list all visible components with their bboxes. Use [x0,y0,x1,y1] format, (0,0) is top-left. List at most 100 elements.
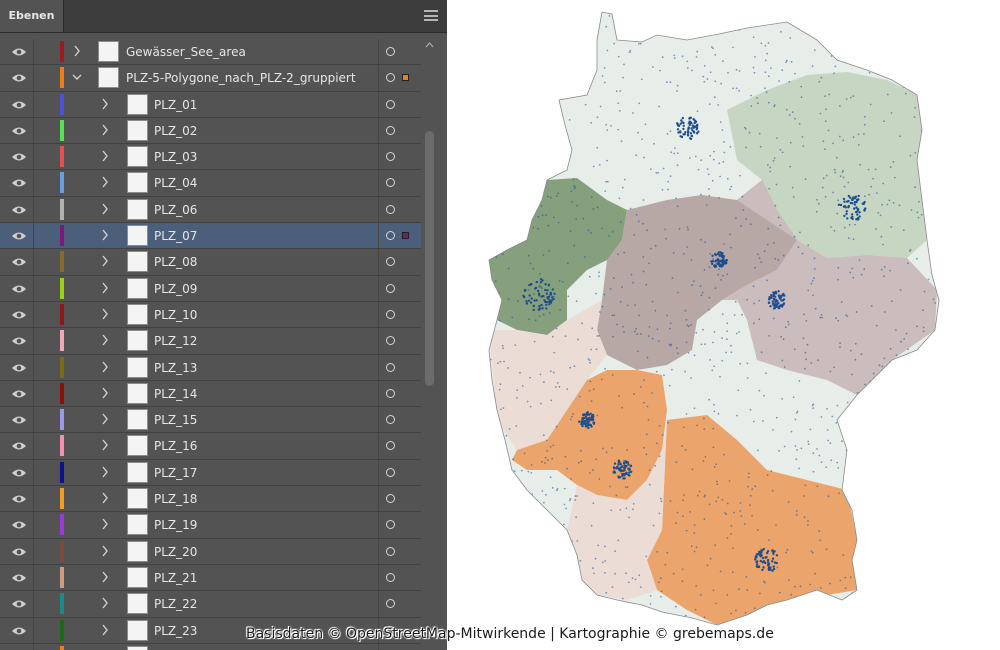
chevron-right-icon[interactable] [100,282,110,294]
layer-row[interactable]: PLZ_21 [0,564,421,592]
selection-indicator[interactable] [402,232,409,240]
layer-row[interactable]: PLZ_12 [0,328,421,355]
layer-row[interactable]: Gewässer_See_area [0,39,421,66]
tab-ebenen[interactable]: Ebenen [0,0,64,32]
chevron-right-icon[interactable] [100,439,110,451]
target-circle-icon[interactable] [386,283,395,293]
eye-icon[interactable] [11,362,27,374]
target-circle-icon[interactable] [386,520,395,530]
layer-row[interactable]: PLZ_20 [0,538,421,565]
chevron-right-icon[interactable] [100,150,110,162]
eye-icon[interactable] [11,256,27,268]
eye-icon[interactable] [11,519,27,531]
target-circle-icon[interactable] [386,599,395,609]
layer-row[interactable]: PLZ_03 [0,144,421,171]
layer-row[interactable]: PLZ_16 [0,433,421,460]
target-circle-icon[interactable] [386,309,395,319]
chevron-right-icon[interactable] [100,361,110,373]
target-circle-icon[interactable] [386,362,395,372]
layer-row[interactable]: PLZ_09 [0,275,421,302]
layer-row[interactable]: PLZ_22 [0,591,421,618]
chevron-down-icon[interactable] [72,71,82,83]
eye-icon[interactable] [11,572,27,584]
eye-icon[interactable] [11,335,27,347]
target-circle-icon[interactable] [386,336,395,346]
chevron-right-icon[interactable] [100,413,110,425]
eye-icon[interactable] [11,125,27,137]
layer-row[interactable]: PLZ_10 [0,301,421,329]
layer-row[interactable]: PLZ_18 [0,486,421,513]
eye-icon[interactable] [11,546,27,558]
target-circle-icon[interactable] [386,415,395,425]
layer-row[interactable]: PLZ_02 [0,117,421,145]
chevron-right-icon[interactable] [100,466,110,478]
scroll-thumb[interactable] [425,131,434,386]
eye-icon[interactable] [11,283,27,295]
chevron-right-icon[interactable] [100,229,110,241]
layer-row[interactable]: PLZ_01 [0,91,421,118]
target-circle-icon[interactable] [386,178,395,188]
layer-list-scrollbar[interactable] [423,39,436,650]
selection-indicator[interactable] [402,74,409,82]
target-circle-icon[interactable] [386,441,395,451]
target-circle-icon[interactable] [386,257,395,267]
target-circle-icon[interactable] [386,572,395,582]
target-circle-icon[interactable] [386,494,395,504]
chevron-right-icon[interactable] [100,624,110,636]
chevron-right-icon[interactable] [100,98,110,110]
chevron-right-icon[interactable] [72,45,82,57]
layer-row[interactable]: PLZ_13 [0,354,421,381]
eye-icon[interactable] [11,151,27,163]
chevron-right-icon[interactable] [100,518,110,530]
chevron-right-icon[interactable] [100,124,110,136]
eye-icon[interactable] [11,204,27,216]
eye-icon[interactable] [11,388,27,400]
eye-icon[interactable] [11,177,27,189]
chevron-right-icon[interactable] [100,545,110,557]
chevron-right-icon[interactable] [100,492,110,504]
scroll-up-icon[interactable] [425,41,434,49]
eye-icon[interactable] [11,230,27,242]
chevron-right-icon[interactable] [100,176,110,188]
target-circle-icon[interactable] [386,231,395,241]
target-circle-icon[interactable] [386,546,395,556]
eye-icon[interactable] [11,309,27,321]
target-circle-icon[interactable] [386,152,395,162]
eye-icon[interactable] [11,440,27,452]
layer-name: PLZ_14 [154,386,198,401]
target-circle-icon[interactable] [386,125,395,135]
chevron-right-icon[interactable] [100,308,110,320]
chevron-right-icon[interactable] [100,597,110,609]
layer-row[interactable]: PLZ_19 [0,512,421,539]
panel-menu-icon[interactable] [424,10,438,21]
layer-row[interactable]: PLZ_17 [0,459,421,487]
target-circle-icon[interactable] [386,388,395,398]
layer-row[interactable]: PLZ_06 [0,196,421,224]
chevron-right-icon[interactable] [100,571,110,583]
layer-row[interactable]: PLZ-5-Polygone_nach_PLZ-2_gruppiert [0,65,421,92]
target-circle-icon[interactable] [386,47,395,56]
target-circle-icon[interactable] [386,99,395,109]
layer-row[interactable]: PLZ_07 [0,223,421,250]
layer-row[interactable]: PLZ_08 [0,249,421,276]
layer-row[interactable] [0,643,421,650]
layer-row[interactable]: PLZ_04 [0,170,421,197]
target-circle-icon[interactable] [386,73,395,83]
layer-row[interactable]: PLZ_15 [0,407,421,434]
chevron-right-icon[interactable] [100,387,110,399]
eye-icon[interactable] [11,493,27,505]
eye-icon[interactable] [11,46,27,58]
eye-icon[interactable] [11,625,27,637]
chevron-right-icon[interactable] [100,255,110,267]
eye-icon[interactable] [11,72,27,84]
chevron-right-icon[interactable] [100,203,110,215]
eye-icon[interactable] [11,467,27,479]
target-circle-icon[interactable] [386,204,395,214]
chevron-right-icon[interactable] [100,334,110,346]
target-circle-icon[interactable] [386,467,395,477]
eye-icon[interactable] [11,598,27,610]
eye-icon[interactable] [11,99,27,111]
layer-row[interactable]: PLZ_14 [0,380,421,408]
layer-color-swatch [60,277,64,299]
eye-icon[interactable] [11,414,27,426]
